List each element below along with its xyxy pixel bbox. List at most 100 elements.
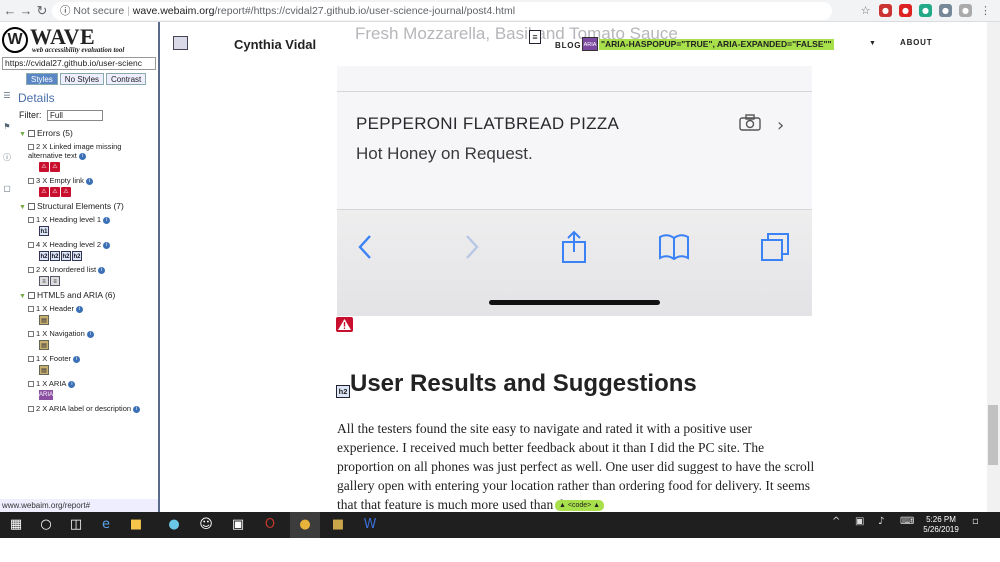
- notifications-icon[interactable]: ▫: [972, 516, 979, 527]
- error-badge-icon[interactable]: ⚠: [39, 162, 49, 172]
- tray-up-icon[interactable]: ^: [832, 516, 840, 527]
- adblock-icon[interactable]: ●: [899, 4, 912, 17]
- tab-no-styles[interactable]: No Styles: [59, 73, 105, 85]
- back-icon[interactable]: ←: [2, 3, 18, 18]
- item-checkbox[interactable]: [28, 178, 34, 185]
- info-icon[interactable]: i: [78, 152, 86, 160]
- toc-icon[interactable]: ≡: [529, 30, 541, 44]
- item-checkbox[interactable]: [28, 267, 34, 274]
- h2-badge[interactable]: h2: [39, 251, 49, 261]
- item-checkbox[interactable]: [28, 144, 34, 151]
- info-icon[interactable]: i: [75, 305, 83, 313]
- error-badge-icon[interactable]: ⚠: [61, 187, 71, 197]
- chrome-icon[interactable]: ●: [297, 517, 313, 533]
- item-checkbox[interactable]: [28, 356, 34, 363]
- edge-icon[interactable]: e: [98, 517, 114, 533]
- code-icon[interactable]: ▢: [2, 183, 12, 194]
- menu-icon[interactable]: ⋮: [979, 4, 992, 17]
- html5-checkbox[interactable]: [27, 292, 35, 300]
- category-errors-label: Errors (5): [36, 128, 73, 138]
- nav-badge-icon[interactable]: ▤: [39, 340, 49, 350]
- tab-styles[interactable]: Styles: [26, 73, 58, 85]
- clock[interactable]: 5:26 PM 5/26/2019: [921, 515, 961, 535]
- clock-time: 5:26 PM: [926, 515, 956, 524]
- header-badge-icon[interactable]: ▤: [39, 315, 49, 325]
- error-badge-icon[interactable]: ⚠: [50, 187, 60, 197]
- scrollbar-thumb[interactable]: [988, 405, 998, 465]
- h2-badge[interactable]: h2: [61, 251, 71, 261]
- info-icon[interactable]: i: [103, 241, 111, 249]
- list-badge-icon[interactable]: ≡: [39, 276, 49, 286]
- footer-badge-icon[interactable]: ▤: [39, 365, 49, 375]
- extension-red-icon[interactable]: ●: [879, 4, 892, 17]
- profile-icon[interactable]: ●: [959, 4, 972, 17]
- item-label: 3 X Empty link: [36, 176, 84, 185]
- summary-icon[interactable]: ☰: [2, 90, 12, 101]
- info-icon[interactable]: i: [98, 266, 106, 274]
- reference-icon[interactable]: ⓘ: [2, 152, 12, 163]
- details-heading: Details: [18, 91, 55, 105]
- error-icon[interactable]: [336, 317, 353, 332]
- windows-start-icon[interactable]: ▦: [8, 517, 24, 533]
- error-badge-icon[interactable]: ⚠: [39, 187, 49, 197]
- item-checkbox[interactable]: [28, 406, 34, 413]
- volume-icon[interactable]: ♪: [878, 516, 884, 527]
- errors-checkbox[interactable]: [27, 130, 35, 138]
- item-checkbox[interactable]: [28, 217, 34, 224]
- star-icon[interactable]: ☆: [859, 4, 872, 17]
- info-icon[interactable]: i: [133, 405, 141, 413]
- opera-icon[interactable]: O: [262, 517, 278, 533]
- info-icon[interactable]: i: [85, 177, 93, 185]
- list-badge-icon[interactable]: ≡: [50, 276, 60, 286]
- aria-badge[interactable]: ARIA: [39, 390, 54, 400]
- category-html5[interactable]: ▼ HTML5 and ARIA (6): [19, 290, 157, 302]
- smiley-icon[interactable]: ☺: [198, 517, 214, 533]
- store-icon[interactable]: ▣: [230, 517, 246, 533]
- category-structural[interactable]: ▼ Structural Elements (7): [19, 201, 157, 213]
- item-checkbox[interactable]: [28, 331, 34, 338]
- chrome-canary-icon[interactable]: ●: [166, 517, 182, 533]
- extension-green-icon[interactable]: ●: [919, 4, 932, 17]
- url-host: wave.webaim.org: [132, 5, 215, 17]
- keyboard-icon[interactable]: ⌨: [900, 516, 914, 527]
- item-checkbox[interactable]: [28, 381, 34, 388]
- reload-icon[interactable]: ↻: [34, 3, 50, 19]
- dropdown-caret-icon[interactable]: ▼: [869, 40, 876, 47]
- h2-badge[interactable]: h2: [50, 251, 60, 261]
- filter-select[interactable]: Full: [47, 110, 104, 121]
- nav-about-link[interactable]: ABOUT: [900, 38, 932, 47]
- h1-badge[interactable]: h1: [39, 226, 49, 236]
- address-bar[interactable]: ⓘ Not secure | wave.webaim.org/report#/h…: [52, 2, 832, 20]
- info-icon[interactable]: ⓘ: [60, 5, 71, 17]
- info-icon[interactable]: i: [73, 355, 81, 363]
- item-checkbox[interactable]: [28, 306, 34, 313]
- h2-badge[interactable]: h2: [336, 385, 350, 398]
- search-icon[interactable]: ○: [38, 517, 54, 533]
- info-icon[interactable]: i: [86, 330, 94, 338]
- info-icon[interactable]: i: [68, 380, 76, 388]
- forward-icon[interactable]: →: [18, 3, 34, 18]
- item-label: 1 X Header: [36, 304, 74, 313]
- site-name[interactable]: Cynthia Vidal: [234, 37, 316, 52]
- network-icon[interactable]: ▣: [855, 516, 864, 527]
- item-checkbox[interactable]: [28, 242, 34, 249]
- error-badge-icon[interactable]: ⚠: [50, 162, 60, 172]
- category-errors[interactable]: ▼ Errors (5): [19, 128, 157, 140]
- code-tag[interactable]: ▲ <code> ▲: [555, 500, 605, 511]
- word-icon[interactable]: W: [362, 517, 378, 533]
- wave-url-input[interactable]: https://cvidal27.github.io/user-scienc: [2, 57, 156, 70]
- extension-gray-icon[interactable]: ●: [939, 4, 952, 17]
- info-icon[interactable]: i: [103, 216, 111, 224]
- camera-icon: [739, 114, 761, 131]
- flag-icon[interactable]: ⚑: [2, 121, 12, 132]
- browser-toolbar: ← → ↻ ⓘ Not secure | wave.webaim.org/rep…: [0, 0, 1000, 22]
- structural-checkbox[interactable]: [27, 203, 35, 211]
- header-landmark-icon[interactable]: [173, 36, 188, 50]
- nav-blog-link[interactable]: BLOG: [555, 41, 581, 50]
- app-icon[interactable]: ■: [330, 517, 346, 533]
- tab-contrast[interactable]: Contrast: [106, 73, 147, 85]
- aria-icon[interactable]: ARIA: [582, 37, 598, 51]
- file-explorer-icon[interactable]: ■: [128, 517, 144, 533]
- task-view-icon[interactable]: ◫: [68, 517, 84, 533]
- h2-badge[interactable]: h2: [72, 251, 82, 261]
